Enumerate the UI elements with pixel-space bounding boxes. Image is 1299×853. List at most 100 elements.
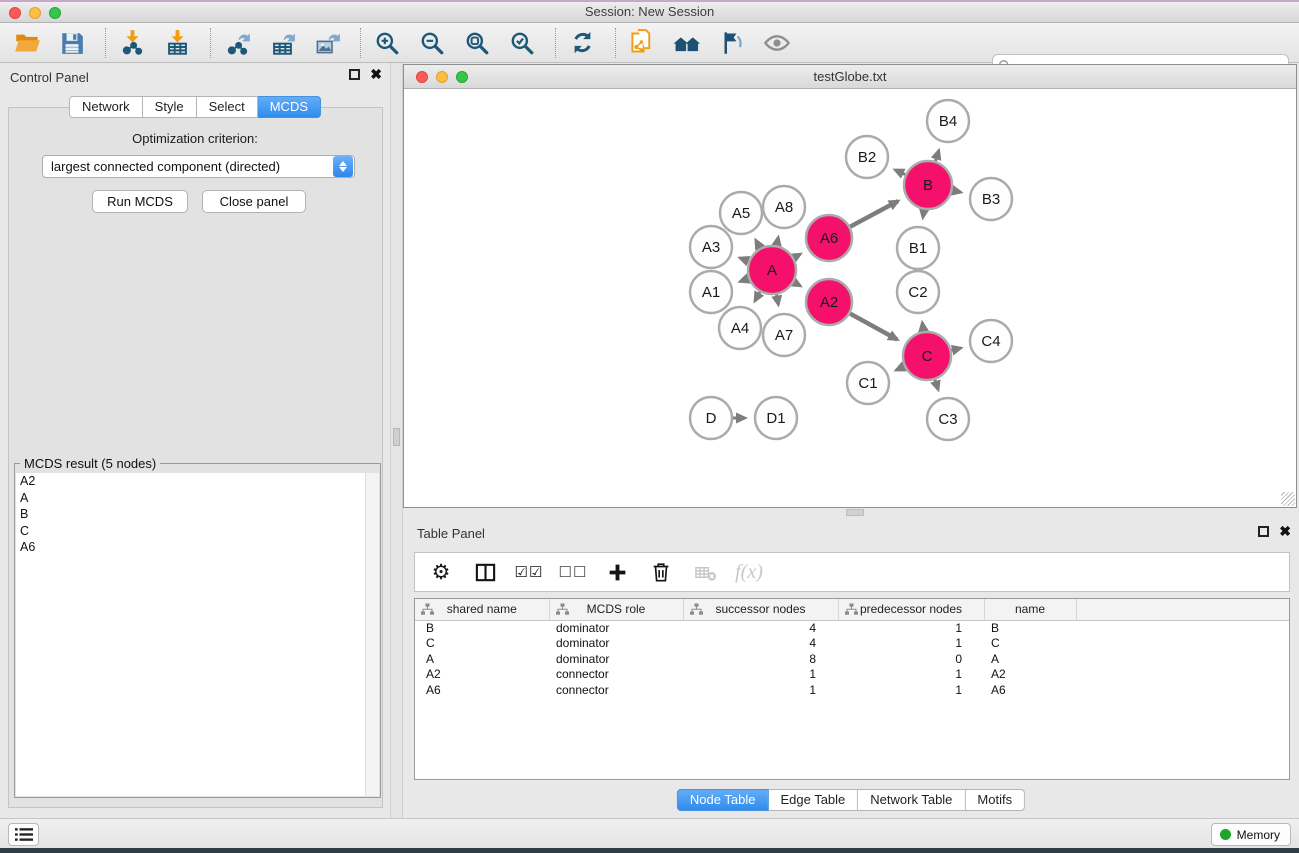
node-A[interactable]: A	[748, 246, 796, 294]
network-zoom-button[interactable]	[456, 71, 468, 83]
node-B1[interactable]: B1	[897, 227, 939, 269]
mcds-result-item[interactable]: A2	[16, 473, 379, 490]
criterion-dropdown[interactable]: largest connected component (directed)	[42, 155, 355, 178]
delete-row-icon[interactable]	[647, 558, 675, 586]
show-panel-list-button[interactable]	[8, 823, 39, 846]
export-network-icon[interactable]	[223, 29, 251, 57]
edge-C-C3[interactable]	[935, 380, 938, 390]
network-minimize-button[interactable]	[436, 71, 448, 83]
select-all-icon[interactable]: ☑☑	[515, 558, 543, 586]
open-session-icon[interactable]	[13, 29, 41, 57]
edge-B-B4[interactable]	[935, 151, 938, 162]
close-table-panel-icon[interactable]: ✖	[1279, 526, 1291, 537]
tab-network-table[interactable]: Network Table	[858, 789, 965, 811]
edge-A6-B[interactable]	[850, 201, 898, 227]
mcds-result-item[interactable]: B	[16, 506, 379, 523]
edge-A-A4[interactable]	[755, 292, 760, 301]
node-A3[interactable]: A3	[690, 226, 732, 268]
result-scrollbar[interactable]	[365, 473, 379, 796]
mcds-result-item[interactable]: A6	[16, 539, 379, 556]
eye-icon[interactable]	[763, 29, 791, 57]
flag-icon[interactable]	[718, 29, 746, 57]
settings-gear-icon[interactable]: ⚙	[427, 558, 455, 586]
node-A6[interactable]: A6	[806, 215, 852, 261]
table-row[interactable]: A6connector11A6	[415, 682, 1289, 698]
run-mcds-button[interactable]: Run MCDS	[92, 190, 188, 213]
node-B2[interactable]: B2	[846, 136, 888, 178]
node-C[interactable]: C	[903, 332, 951, 380]
float-panel-icon[interactable]	[349, 69, 360, 80]
node-B4[interactable]: B4	[927, 100, 969, 142]
column-header-mcds-role[interactable]: MCDS role	[549, 599, 683, 620]
mcds-result-item[interactable]: C	[16, 523, 379, 540]
node-B3[interactable]: B3	[970, 178, 1012, 220]
minimize-window-button[interactable]	[29, 7, 41, 19]
node-A7[interactable]: A7	[763, 314, 805, 356]
close-window-button[interactable]	[9, 7, 21, 19]
network-window-titlebar[interactable]: testGlobe.txt	[404, 65, 1296, 89]
tab-style[interactable]: Style	[143, 96, 197, 118]
split-columns-icon[interactable]	[471, 558, 499, 586]
edge-A-A7[interactable]	[777, 295, 779, 305]
edge-A-A2[interactable]	[794, 282, 800, 286]
import-network-icon[interactable]	[118, 29, 146, 57]
node-A5[interactable]: A5	[720, 192, 762, 234]
memory-button[interactable]: Memory	[1211, 823, 1291, 846]
column-header-predecessor-nodes[interactable]: predecessor nodes	[838, 599, 984, 620]
tab-mcds[interactable]: MCDS	[258, 96, 321, 118]
zoom-out-icon[interactable]	[418, 29, 446, 57]
houses-icon[interactable]	[673, 29, 701, 57]
splitter-handle[interactable]	[393, 428, 400, 446]
table-row[interactable]: Adominator80A	[415, 651, 1289, 667]
mcds-result-item[interactable]: A	[16, 490, 379, 507]
node-A1[interactable]: A1	[690, 271, 732, 313]
node-C3[interactable]: C3	[927, 398, 969, 440]
document-network-icon[interactable]	[628, 29, 656, 57]
add-column-icon[interactable]	[603, 558, 631, 586]
edge-A2-C[interactable]	[850, 314, 897, 340]
zoom-window-button[interactable]	[49, 7, 61, 19]
table-row[interactable]: A2connector11A2	[415, 667, 1289, 683]
node-A4[interactable]: A4	[719, 307, 761, 349]
network-canvas[interactable]: AA1A2A3A4A5A6A7A8BB1B2B3B4CC1C2C3C4DD1	[404, 89, 1296, 507]
edge-C-C1[interactable]	[896, 366, 904, 370]
mcds-result-list[interactable]: A2ABCA6	[16, 473, 379, 796]
vertical-splitter[interactable]	[390, 63, 403, 818]
node-C4[interactable]: C4	[970, 320, 1012, 362]
edge-A-A3[interactable]	[740, 258, 749, 261]
zoom-in-icon[interactable]	[373, 29, 401, 57]
column-header-name[interactable]: name	[984, 599, 1076, 620]
float-table-panel-icon[interactable]	[1258, 526, 1269, 537]
tab-network[interactable]: Network	[69, 96, 143, 118]
tab-node-table[interactable]: Node Table	[677, 789, 769, 811]
tab-edge-table[interactable]: Edge Table	[768, 789, 858, 811]
column-header-successor-nodes[interactable]: successor nodes	[683, 599, 838, 620]
edge-A-A6[interactable]	[794, 254, 800, 258]
node-D1[interactable]: D1	[755, 397, 797, 439]
export-table-icon[interactable]	[268, 29, 296, 57]
node-C1[interactable]: C1	[847, 362, 889, 404]
edge-A-A8[interactable]	[777, 237, 779, 245]
table-row[interactable]: Bdominator41B	[415, 620, 1289, 636]
zoom-fit-icon[interactable]	[463, 29, 491, 57]
edge-A-A1[interactable]	[740, 278, 748, 281]
edge-B-B1[interactable]	[923, 210, 924, 218]
edge-B-B2[interactable]	[895, 170, 905, 175]
node-A8[interactable]: A8	[763, 186, 805, 228]
export-image-icon[interactable]	[313, 29, 341, 57]
import-table-icon[interactable]	[163, 29, 191, 57]
network-graph[interactable]: AA1A2A3A4A5A6A7A8BB1B2B3B4CC1C2C3C4DD1	[404, 89, 1296, 507]
zoom-selected-icon[interactable]	[508, 29, 536, 57]
horizontal-splitter[interactable]	[403, 508, 1299, 520]
table-row[interactable]: Cdominator41C	[415, 636, 1289, 652]
edge-C-C2[interactable]	[922, 323, 923, 332]
node-C2[interactable]: C2	[897, 271, 939, 313]
node-B[interactable]: B	[904, 161, 952, 209]
column-header-shared-name[interactable]: shared name	[415, 599, 549, 620]
tab-motifs[interactable]: Motifs	[965, 789, 1025, 811]
edge-A-A5[interactable]	[756, 240, 760, 248]
splitter-handle-h[interactable]	[846, 509, 864, 516]
save-session-icon[interactable]	[58, 29, 86, 57]
node-D[interactable]: D	[690, 397, 732, 439]
tab-select[interactable]: Select	[197, 96, 258, 118]
